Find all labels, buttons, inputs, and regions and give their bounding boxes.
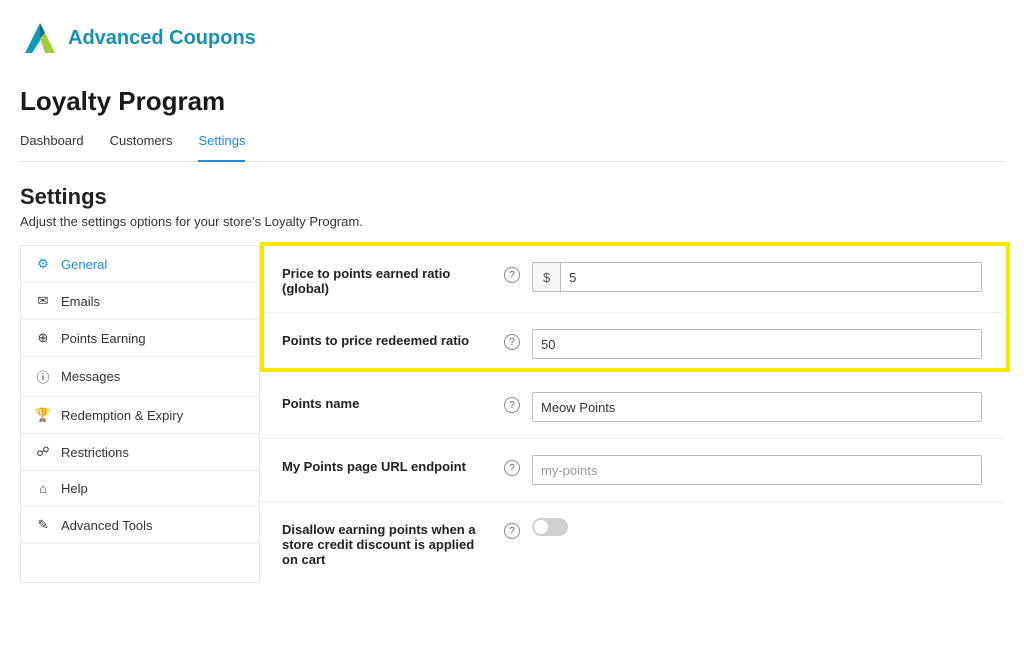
row-price-to-points: Price to points earned ratio (global) ? …	[260, 246, 1004, 313]
sidebar-item-points-earning[interactable]: ⊕ Points Earning	[21, 320, 259, 357]
sidebar-item-messages[interactable]: ⓘ Messages	[21, 357, 259, 397]
sidebar-item-help[interactable]: ⌂ Help	[21, 471, 259, 507]
label-points-name: Points name	[282, 392, 492, 411]
sidebar-item-label: Points Earning	[61, 331, 146, 346]
url-endpoint-input[interactable]	[532, 455, 982, 485]
sidebar-item-label: Redemption & Expiry	[61, 408, 183, 423]
price-to-points-input[interactable]	[560, 262, 982, 292]
coin-icon: ⊕	[35, 330, 51, 346]
points-to-price-input[interactable]	[532, 329, 982, 359]
help-icon[interactable]: ?	[504, 267, 520, 283]
section-subtitle: Adjust the settings options for your sto…	[20, 214, 1004, 229]
tab-customers[interactable]: Customers	[110, 127, 173, 162]
label-url-endpoint: My Points page URL endpoint	[282, 455, 492, 474]
brand-logo: Advanced Coupons	[20, 18, 1004, 58]
tab-dashboard[interactable]: Dashboard	[20, 127, 84, 162]
sidebar-item-label: Emails	[61, 294, 100, 309]
person-icon: ☍	[35, 444, 51, 460]
sidebar-item-restrictions[interactable]: ☍ Restrictions	[21, 434, 259, 471]
trophy-icon: 🏆	[35, 407, 51, 423]
label-points-to-price: Points to price redeemed ratio	[282, 329, 492, 348]
settings-sidebar: ⚙ General ✉ Emails ⊕ Points Earning ⓘ Me…	[20, 245, 260, 583]
sidebar-item-label: Advanced Tools	[61, 518, 153, 533]
page-title: Loyalty Program	[20, 86, 1004, 117]
tab-settings[interactable]: Settings	[198, 127, 245, 162]
help-icon[interactable]: ?	[504, 460, 520, 476]
label-price-to-points: Price to points earned ratio (global)	[282, 262, 492, 296]
sidebar-item-label: Help	[61, 481, 88, 496]
row-points-to-price: Points to price redeemed ratio ?	[260, 313, 1004, 376]
home-icon: ⌂	[35, 481, 51, 496]
sidebar-item-emails[interactable]: ✉ Emails	[21, 283, 259, 320]
sidebar-item-advanced-tools[interactable]: ✎ Advanced Tools	[21, 507, 259, 544]
label-disallow-credit: Disallow earning points when a store cre…	[282, 518, 492, 567]
row-disallow-credit: Disallow earning points when a store cre…	[260, 502, 1004, 583]
sidebar-item-general[interactable]: ⚙ General	[21, 246, 259, 283]
mail-icon: ✉	[35, 293, 51, 309]
sidebar-item-label: Messages	[61, 369, 120, 384]
sidebar-item-label: Restrictions	[61, 445, 129, 460]
settings-content: Price to points earned ratio (global) ? …	[260, 245, 1004, 583]
help-icon[interactable]: ?	[504, 334, 520, 350]
help-icon[interactable]: ?	[504, 523, 520, 539]
brand-name: Advanced Coupons	[68, 27, 256, 50]
section-title: Settings	[20, 184, 1004, 210]
pencil-icon: ✎	[35, 517, 51, 533]
currency-prefix: $	[532, 262, 560, 292]
info-icon: ⓘ	[35, 367, 51, 386]
row-points-name: Points name ?	[260, 376, 1004, 439]
logo-icon	[20, 18, 60, 58]
help-icon[interactable]: ?	[504, 397, 520, 413]
sidebar-item-redemption[interactable]: 🏆 Redemption & Expiry	[21, 397, 259, 434]
tabs: Dashboard Customers Settings	[20, 127, 1004, 162]
points-name-input[interactable]	[532, 392, 982, 422]
disallow-credit-toggle[interactable]	[532, 518, 568, 536]
row-url-endpoint: My Points page URL endpoint ?	[260, 439, 1004, 502]
sidebar-item-label: General	[61, 257, 107, 272]
gear-icon: ⚙	[35, 256, 51, 272]
